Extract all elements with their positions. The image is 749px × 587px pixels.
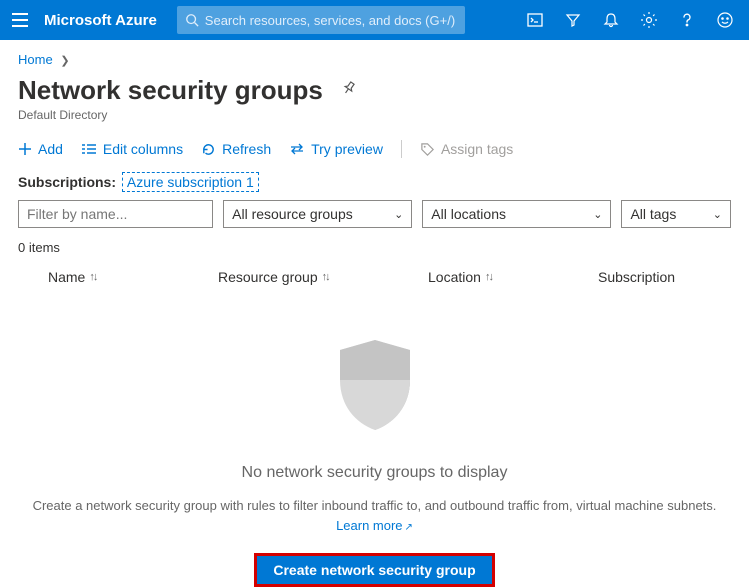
sort-icon: ↑↓ (322, 271, 329, 283)
chevron-down-icon: ⌄ (394, 208, 403, 221)
toolbar-separator (401, 140, 402, 158)
column-name-label: Name (48, 269, 85, 285)
refresh-label: Refresh (222, 141, 271, 157)
edit-columns-button[interactable]: Edit columns (81, 141, 183, 157)
filter-locations[interactable]: All locations ⌄ (422, 200, 611, 228)
plus-icon (18, 142, 32, 156)
global-search-input[interactable]: Search resources, services, and docs (G+… (177, 6, 465, 34)
column-location-label: Location (428, 269, 481, 285)
chevron-right-icon: ❯ (60, 55, 69, 67)
table-header: Name ↑↓ Resource group ↑↓ Location ↑↓ Su… (0, 263, 749, 295)
subscription-link[interactable]: Azure subscription 1 (122, 172, 259, 192)
try-preview-label: Try preview (311, 141, 383, 157)
breadcrumb: Home ❯ (0, 40, 749, 73)
items-count: 0 items (0, 240, 749, 263)
filter-locations-value: All locations (431, 206, 506, 222)
learn-more-link[interactable]: Learn more↗ (336, 518, 413, 533)
filter-resource-groups[interactable]: All resource groups ⌄ (223, 200, 412, 228)
shield-icon (330, 335, 420, 435)
filter-resource-groups-value: All resource groups (232, 206, 353, 222)
add-label: Add (38, 141, 63, 157)
notifications-icon[interactable] (595, 4, 627, 36)
top-bar: Microsoft Azure Search resources, servic… (0, 0, 749, 40)
search-placeholder: Search resources, services, and docs (G+… (205, 13, 455, 28)
tag-icon (420, 142, 435, 157)
empty-desc-text: Create a network security group with rul… (33, 498, 717, 513)
column-subscription[interactable]: Subscription (598, 269, 731, 285)
assign-tags-button: Assign tags (420, 141, 513, 157)
directory-filter-icon[interactable] (557, 4, 589, 36)
help-icon[interactable] (671, 4, 703, 36)
search-icon (185, 13, 199, 27)
assign-tags-label: Assign tags (441, 141, 513, 157)
page-subtitle: Default Directory (18, 108, 731, 122)
pin-icon[interactable] (341, 80, 357, 101)
command-bar: Add Edit columns Refresh Try preview Ass… (0, 126, 749, 168)
brand-label[interactable]: Microsoft Azure (44, 12, 157, 29)
menu-icon[interactable] (8, 8, 32, 32)
chevron-down-icon: ⌄ (713, 208, 722, 221)
create-nsg-button[interactable]: Create network security group (254, 553, 494, 587)
chevron-down-icon: ⌄ (593, 208, 602, 221)
filter-tags-value: All tags (630, 206, 676, 222)
column-resource-group[interactable]: Resource group ↑↓ (218, 269, 428, 285)
empty-state: No network security groups to display Cr… (0, 295, 749, 587)
cloud-shell-icon[interactable] (519, 4, 551, 36)
filters-row: Filter by name... All resource groups ⌄ … (0, 200, 749, 240)
empty-description: Create a network security group with rul… (0, 496, 749, 535)
feedback-icon[interactable] (709, 4, 741, 36)
column-resource-group-label: Resource group (218, 269, 318, 285)
page-header: Network security groups Default Director… (0, 73, 749, 126)
empty-title: No network security groups to display (0, 464, 749, 482)
edit-columns-label: Edit columns (103, 141, 183, 157)
column-subscription-label: Subscription (598, 269, 675, 285)
filter-tags[interactable]: All tags ⌄ (621, 200, 731, 228)
breadcrumb-home[interactable]: Home (18, 52, 53, 67)
columns-icon (81, 142, 97, 156)
page-title: Network security groups (18, 75, 323, 106)
try-preview-button[interactable]: Try preview (289, 141, 383, 157)
add-button[interactable]: Add (18, 141, 63, 157)
column-location[interactable]: Location ↑↓ (428, 269, 598, 285)
subscriptions-row: Subscriptions: Azure subscription 1 (0, 168, 749, 200)
learn-more-label: Learn more (336, 518, 402, 533)
subscriptions-label: Subscriptions: (18, 174, 116, 190)
filter-name-placeholder: Filter by name... (27, 206, 127, 222)
settings-icon[interactable] (633, 4, 665, 36)
refresh-icon (201, 142, 216, 157)
sort-icon: ↑↓ (89, 271, 96, 283)
sort-icon: ↑↓ (485, 271, 492, 283)
topbar-actions (519, 4, 741, 36)
refresh-button[interactable]: Refresh (201, 141, 271, 157)
external-link-icon: ↗ (405, 522, 413, 533)
filter-name-input[interactable]: Filter by name... (18, 200, 213, 228)
swap-icon (289, 142, 305, 156)
column-name[interactable]: Name ↑↓ (18, 269, 218, 285)
